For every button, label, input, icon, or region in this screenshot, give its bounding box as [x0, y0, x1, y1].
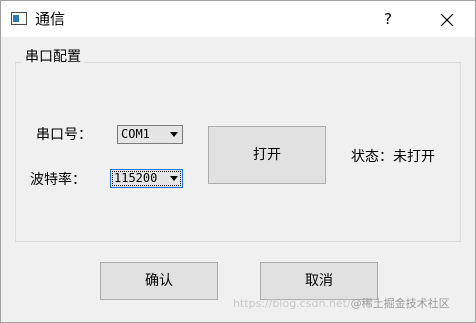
port-combobox-value: COM1 [121, 127, 150, 141]
chevron-down-icon [170, 176, 178, 181]
status-label: 状态：未打开 [351, 149, 435, 165]
cancel-button[interactable]: 取消 [260, 262, 378, 300]
app-icon-fill [13, 15, 19, 22]
title-bar[interactable]: 通信 ? [1, 1, 475, 37]
watermark-url: https://blog.csdn.net/ [233, 297, 351, 310]
port-label: 串口号： [36, 127, 92, 143]
baud-combobox-value: 115200 [114, 171, 158, 185]
dialog-window: 通信 ? 串口配置 串口号： COM1 波特率： 115200 打开 状态：未打… [0, 0, 476, 323]
chevron-down-icon [170, 132, 178, 137]
window-title: 通信 [35, 10, 66, 28]
open-button[interactable]: 打开 [208, 126, 326, 184]
help-button[interactable]: ? [371, 3, 405, 35]
watermark-brand: @稀土掘金技术社区 [350, 297, 450, 310]
close-icon [440, 13, 454, 26]
close-button[interactable] [427, 3, 467, 35]
watermark: https://blog.csdn.net/@稀土掘金技术社区 [233, 297, 450, 311]
port-combobox[interactable]: COM1 [117, 125, 183, 144]
baud-label: 波特率： [30, 172, 86, 188]
baud-combobox[interactable]: 115200 [110, 169, 183, 188]
window-app-icon [11, 12, 27, 25]
groupbox-title: 串口配置 [22, 48, 84, 66]
confirm-button[interactable]: 确认 [100, 262, 218, 300]
